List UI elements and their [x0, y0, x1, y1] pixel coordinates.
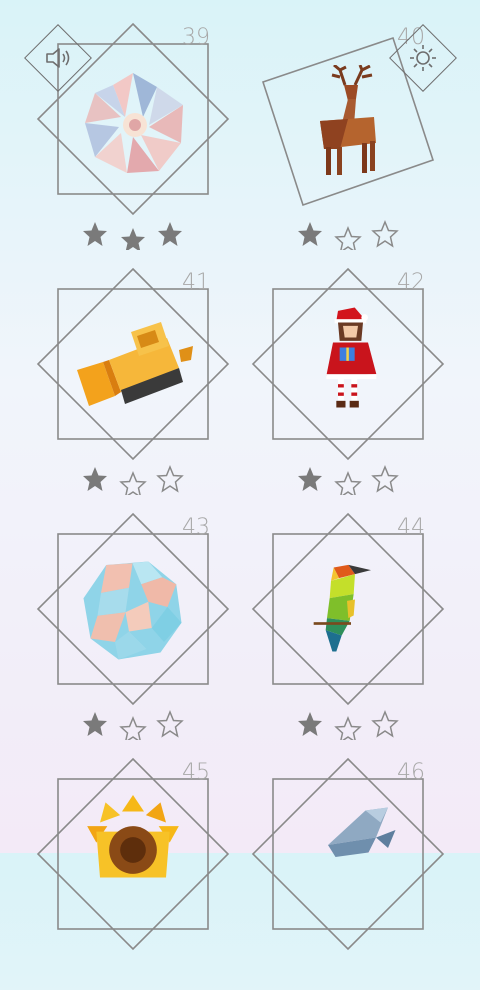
level-number: 45 [182, 760, 210, 785]
level-number: 41 [182, 270, 210, 295]
sunflower-art [87, 795, 179, 878]
star-empty-icon [119, 716, 147, 740]
star-empty-icon [371, 465, 399, 493]
speaker-icon [46, 48, 70, 68]
star-empty-icon [119, 471, 147, 495]
deer-art [320, 65, 376, 175]
star-empty-icon [371, 220, 399, 248]
flower-art [85, 73, 183, 173]
level-grid: 39 40 41 42 43 44 45 46 [0, 0, 480, 951]
star-filled-icon [83, 712, 107, 736]
level-card-46[interactable]: 46 [215, 745, 455, 990]
level-number: 46 [397, 760, 425, 785]
level-card-42[interactable]: 42 [215, 255, 455, 500]
level-card-45[interactable]: 45 [0, 745, 240, 990]
level-number: 42 [397, 270, 425, 295]
sun-icon [410, 45, 436, 71]
bulldozer-art [77, 322, 193, 406]
star-filled-icon [298, 222, 322, 246]
santa-girl-art [326, 307, 377, 408]
star-rating [83, 710, 184, 740]
star-empty-icon [334, 226, 362, 250]
star-filled-icon [158, 222, 182, 246]
star-empty-icon [156, 710, 184, 738]
star-empty-icon [334, 471, 362, 495]
bird-art [313, 564, 371, 652]
star-empty-icon [334, 716, 362, 740]
star-filled-icon [83, 467, 107, 491]
star-filled-icon [298, 467, 322, 491]
level-card-41[interactable]: 41 [0, 255, 240, 500]
level-number: 44 [397, 515, 425, 540]
level-number: 43 [182, 515, 210, 540]
star-empty-icon [371, 710, 399, 738]
star-filled-icon [298, 712, 322, 736]
level-number: 39 [182, 25, 210, 50]
star-filled-icon [121, 228, 145, 250]
shark-art [328, 807, 396, 857]
star-rating [298, 465, 399, 495]
star-rating [83, 465, 184, 495]
star-filled-icon [83, 222, 107, 246]
star-rating [298, 220, 399, 250]
star-rating [298, 710, 399, 740]
star-empty-icon [156, 465, 184, 493]
level-card-44[interactable]: 44 [215, 500, 455, 745]
globe-art [83, 561, 182, 660]
level-card-43[interactable]: 43 [0, 500, 240, 745]
star-rating [83, 222, 182, 250]
